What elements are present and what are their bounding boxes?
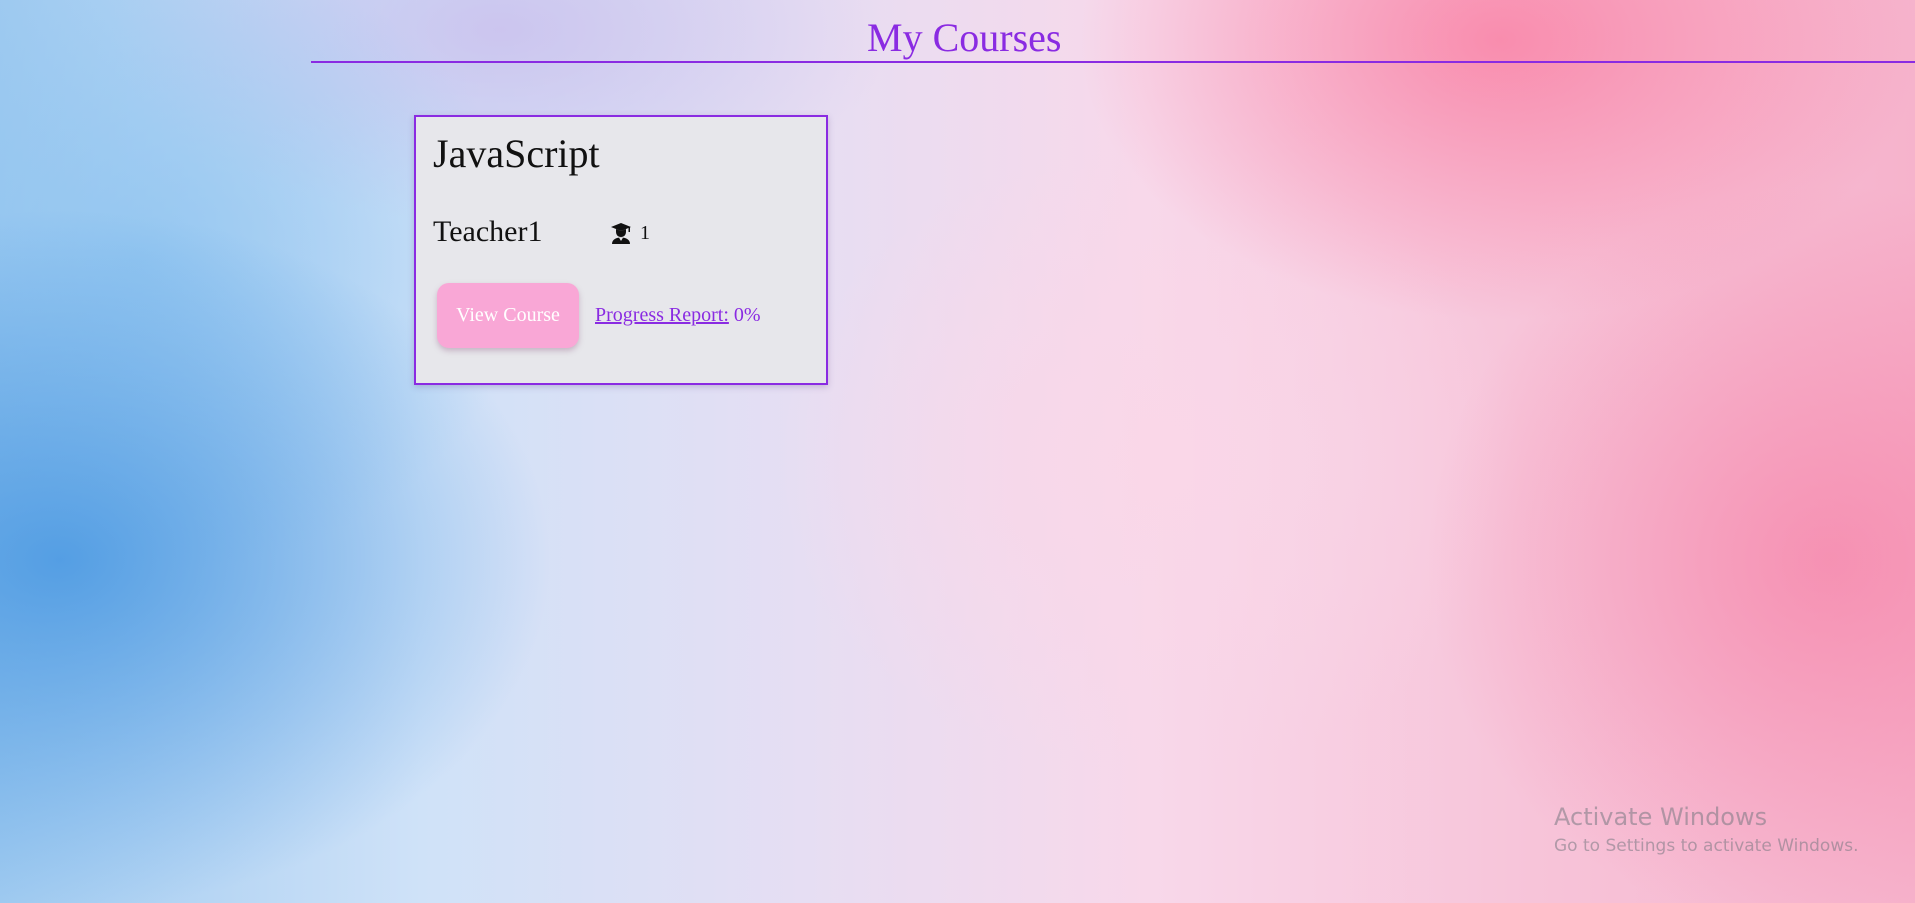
course-title: JavaScript — [433, 131, 600, 176]
graduate-student-icon — [610, 222, 632, 244]
student-count: 1 — [640, 221, 650, 244]
view-course-button[interactable]: View Course — [437, 283, 579, 348]
page-header: My Courses — [311, 0, 1915, 63]
page-title: My Courses — [867, 15, 1062, 60]
progress-report: Progress Report: 0% — [595, 302, 761, 328]
progress-value: 0% — [733, 304, 761, 326]
activate-windows-watermark: Activate Windows Go to Settings to activ… — [1554, 801, 1859, 857]
activate-windows-subtitle: Go to Settings to activate Windows. — [1554, 836, 1859, 856]
progress-report-link[interactable]: Progress Report: — [595, 304, 729, 326]
activate-windows-title: Activate Windows — [1554, 803, 1768, 831]
teacher-name: Teacher1 — [433, 215, 543, 248]
course-card: JavaScript Teacher1 1 View Course Progre… — [414, 115, 828, 385]
student-count-indicator: 1 — [610, 220, 650, 246]
